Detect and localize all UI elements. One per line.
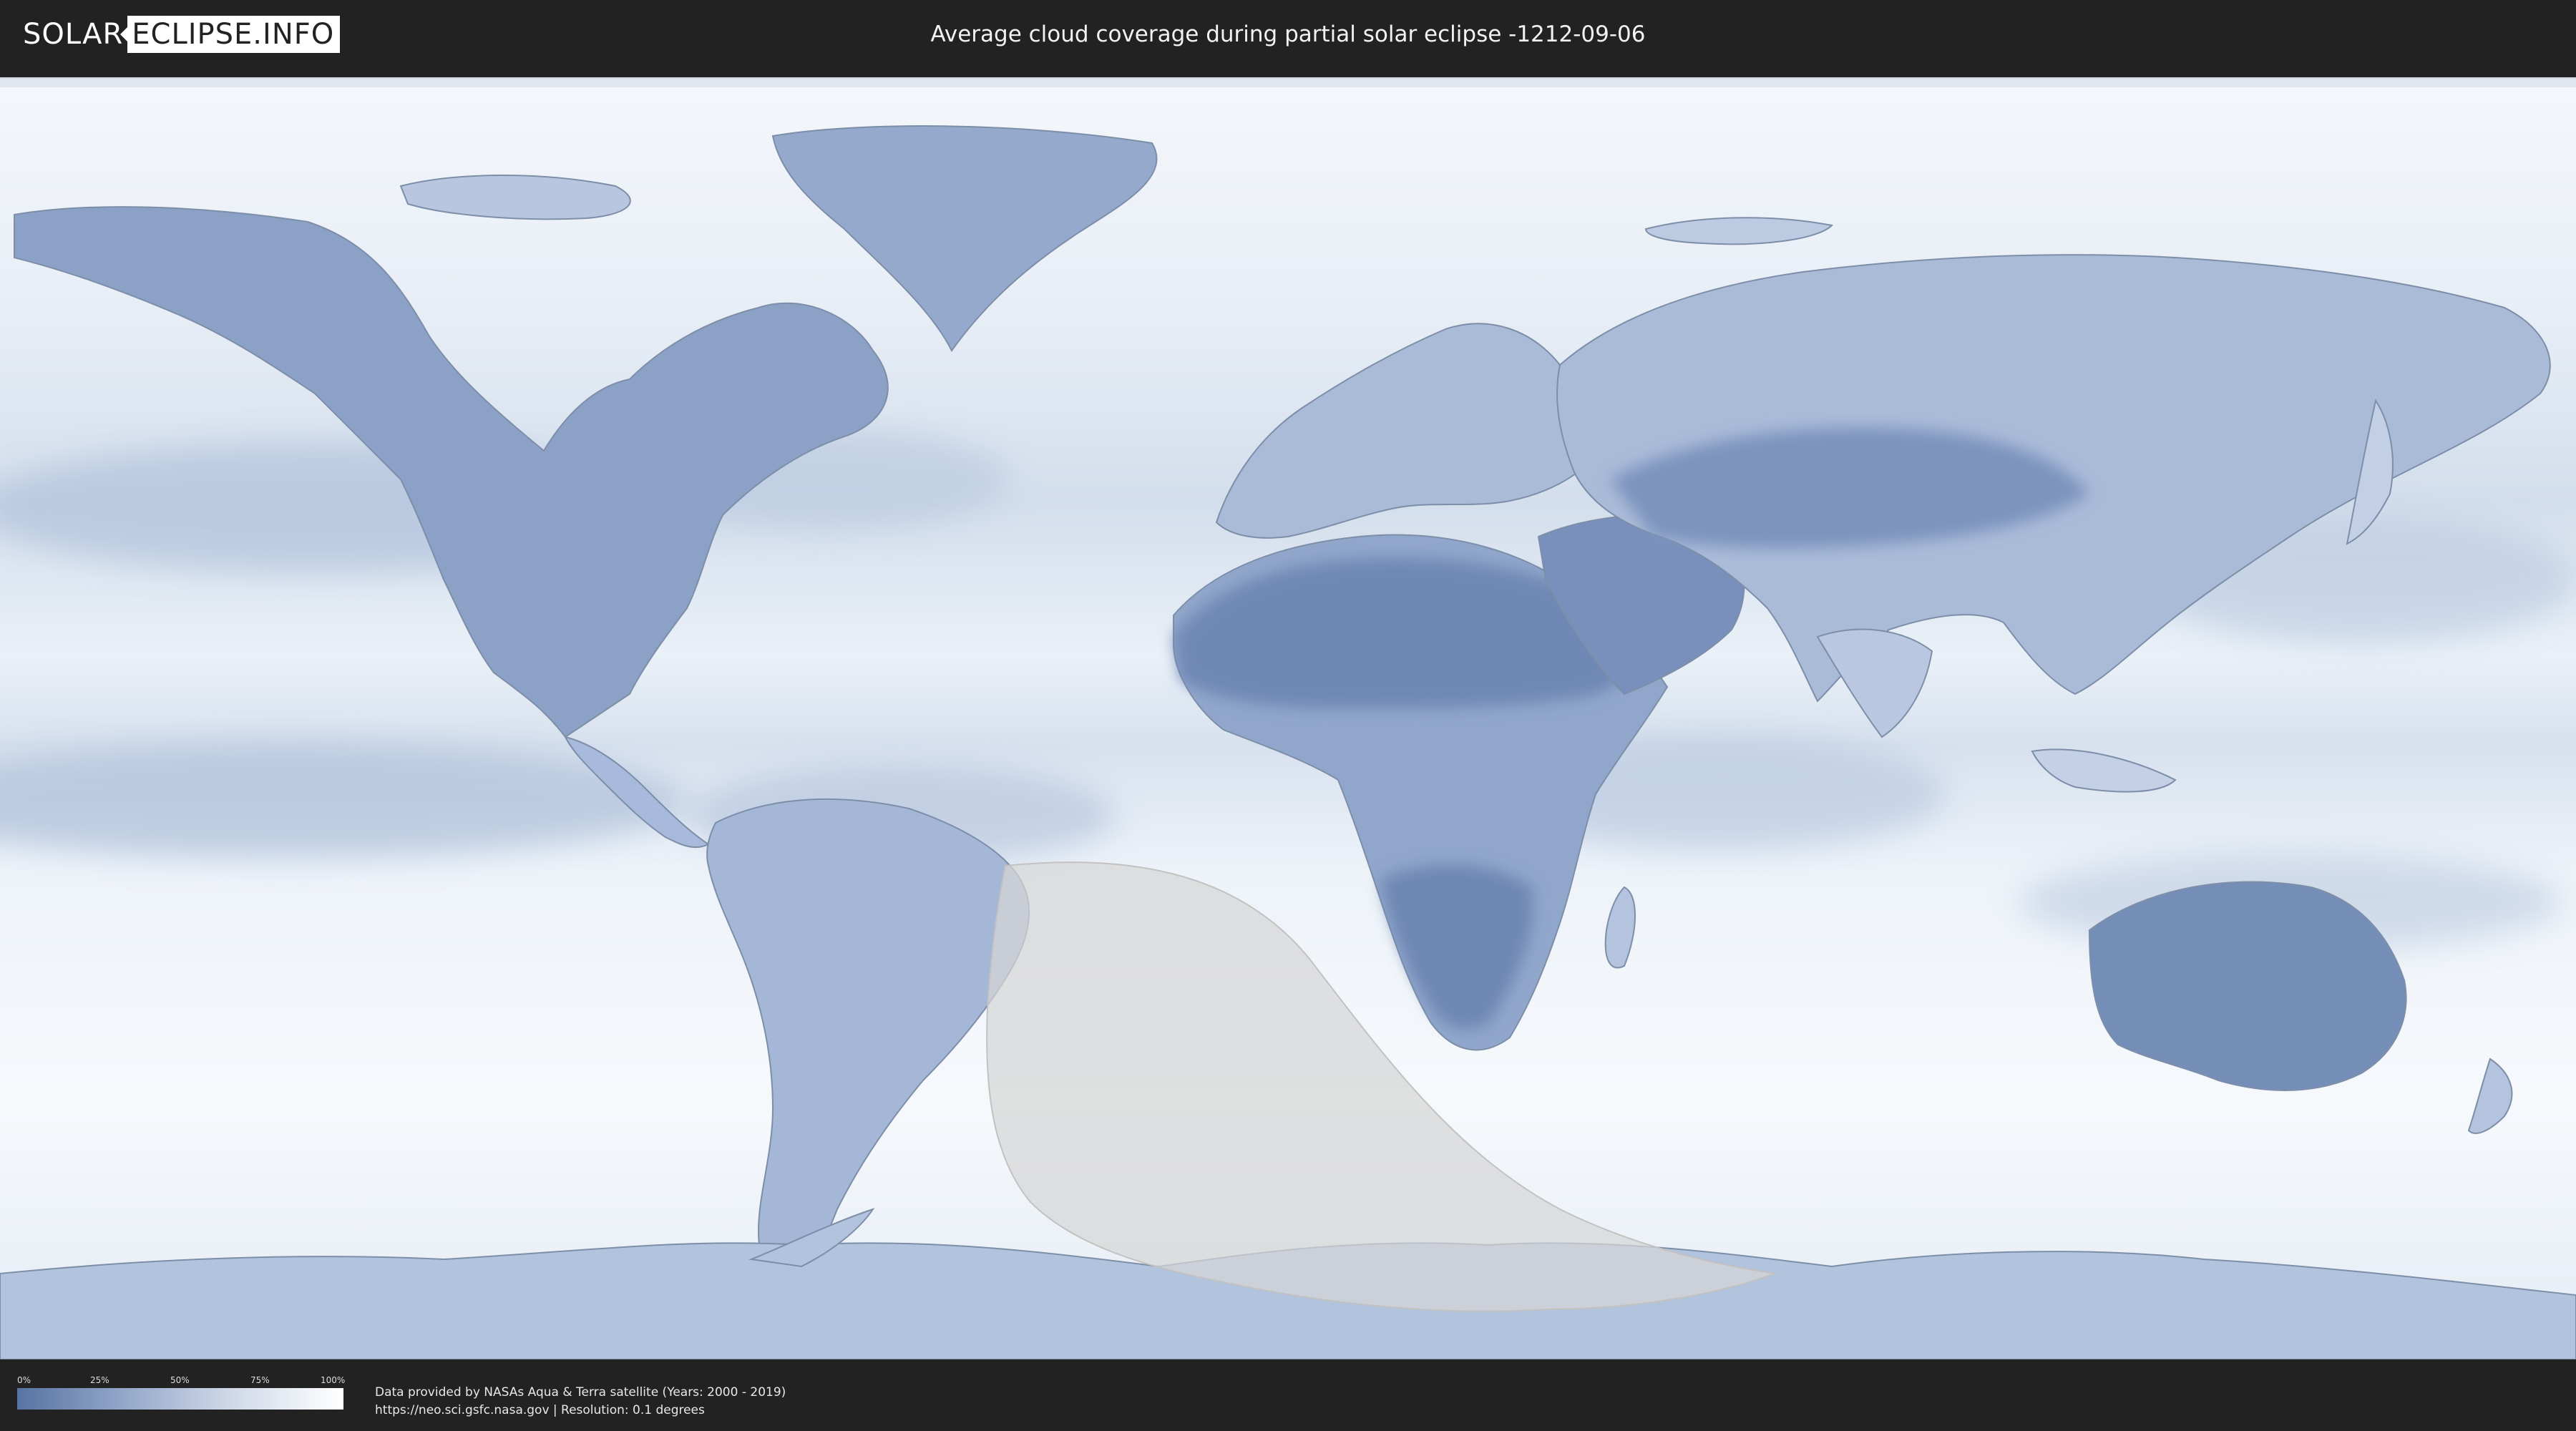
coverage-legend: 0% 25% 50% 75% 100%: [17, 1375, 346, 1410]
page-frame: SOLAR ECLIPSE.INFO Average cloud coverag…: [0, 0, 2576, 1431]
cloud-coverage-map[interactable]: [0, 77, 2576, 1359]
legend-tick-75: 75%: [250, 1375, 270, 1385]
header-bar: SOLAR ECLIPSE.INFO Average cloud coverag…: [0, 0, 2576, 72]
legend-ticks: 0% 25% 50% 75% 100%: [17, 1375, 346, 1388]
map-svg: [0, 79, 2576, 1359]
legend-tick-0: 0%: [17, 1375, 31, 1385]
legend-tick-25: 25%: [90, 1375, 109, 1385]
legend-gradient-bar: [17, 1388, 343, 1410]
credit-line-1: Data provided by NASAs Aqua & Terra sate…: [375, 1385, 786, 1400]
legend-tick-50: 50%: [170, 1375, 190, 1385]
footer-bar: 0% 25% 50% 75% 100% Data provided by NAS…: [0, 1359, 2576, 1431]
page-title: Average cloud coverage during partial so…: [930, 21, 1646, 47]
credit-line-2[interactable]: https://neo.sci.gsfc.nasa.gov | Resoluti…: [375, 1402, 786, 1420]
map-top-edge: [0, 79, 2576, 87]
legend-tick-100: 100%: [321, 1375, 346, 1385]
data-credits: Data provided by NASAs Aqua & Terra sate…: [375, 1384, 786, 1420]
